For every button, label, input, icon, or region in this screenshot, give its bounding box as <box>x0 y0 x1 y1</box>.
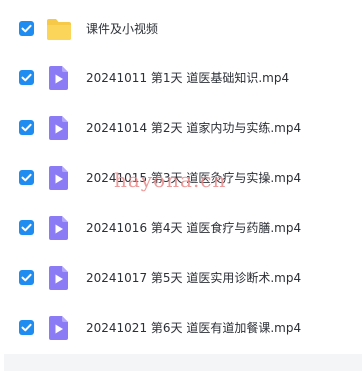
check-icon <box>21 223 32 232</box>
checkbox[interactable] <box>19 270 34 285</box>
check-icon <box>21 123 32 132</box>
file-name: 20241011 第1天 道医基础知识.mp4 <box>86 71 290 85</box>
checkbox[interactable] <box>19 70 34 85</box>
checkbox[interactable] <box>19 120 34 135</box>
file-name: 20241017 第5天 道医实用诊断术.mp4 <box>86 271 302 285</box>
list-item[interactable]: 20241021 第6天 道医有道加餐课.mp4 <box>0 304 362 352</box>
file-list: 课件及小视频 20241011 第1天 道医基础知识.mp4 20241014 … <box>0 0 362 371</box>
list-item[interactable]: 20241015 第3天 道医灸疗与实操.mp4 <box>0 154 362 202</box>
check-icon <box>21 273 32 282</box>
video-file-icon <box>46 215 72 241</box>
checkbox[interactable] <box>19 21 34 36</box>
list-footer-divider <box>4 354 362 371</box>
list-item[interactable]: 20241014 第2天 道家内功与实练.mp4 <box>0 104 362 152</box>
checkbox[interactable] <box>19 220 34 235</box>
file-name: 20241015 第3天 道医灸疗与实操.mp4 <box>86 171 302 185</box>
file-name: 20241016 第4天 道医食疗与药膳.mp4 <box>86 221 302 235</box>
list-item[interactable]: 课件及小视频 <box>0 5 362 53</box>
check-icon <box>21 173 32 182</box>
list-item[interactable]: 20241017 第5天 道医实用诊断术.mp4 <box>0 254 362 302</box>
list-item[interactable]: 20241016 第4天 道医食疗与药膳.mp4 <box>0 204 362 252</box>
file-name: 20241021 第6天 道医有道加餐课.mp4 <box>86 321 302 335</box>
checkbox[interactable] <box>19 320 34 335</box>
folder-icon <box>46 16 72 42</box>
check-icon <box>21 73 32 82</box>
check-icon <box>21 323 32 332</box>
video-file-icon <box>46 265 72 291</box>
video-file-icon <box>46 65 72 91</box>
check-icon <box>21 24 32 33</box>
checkbox[interactable] <box>19 170 34 185</box>
video-file-icon <box>46 165 72 191</box>
file-name: 课件及小视频 <box>86 22 159 36</box>
video-file-icon <box>46 315 72 341</box>
list-item[interactable]: 20241011 第1天 道医基础知识.mp4 <box>0 54 362 102</box>
file-name: 20241014 第2天 道家内功与实练.mp4 <box>86 121 302 135</box>
video-file-icon <box>46 115 72 141</box>
